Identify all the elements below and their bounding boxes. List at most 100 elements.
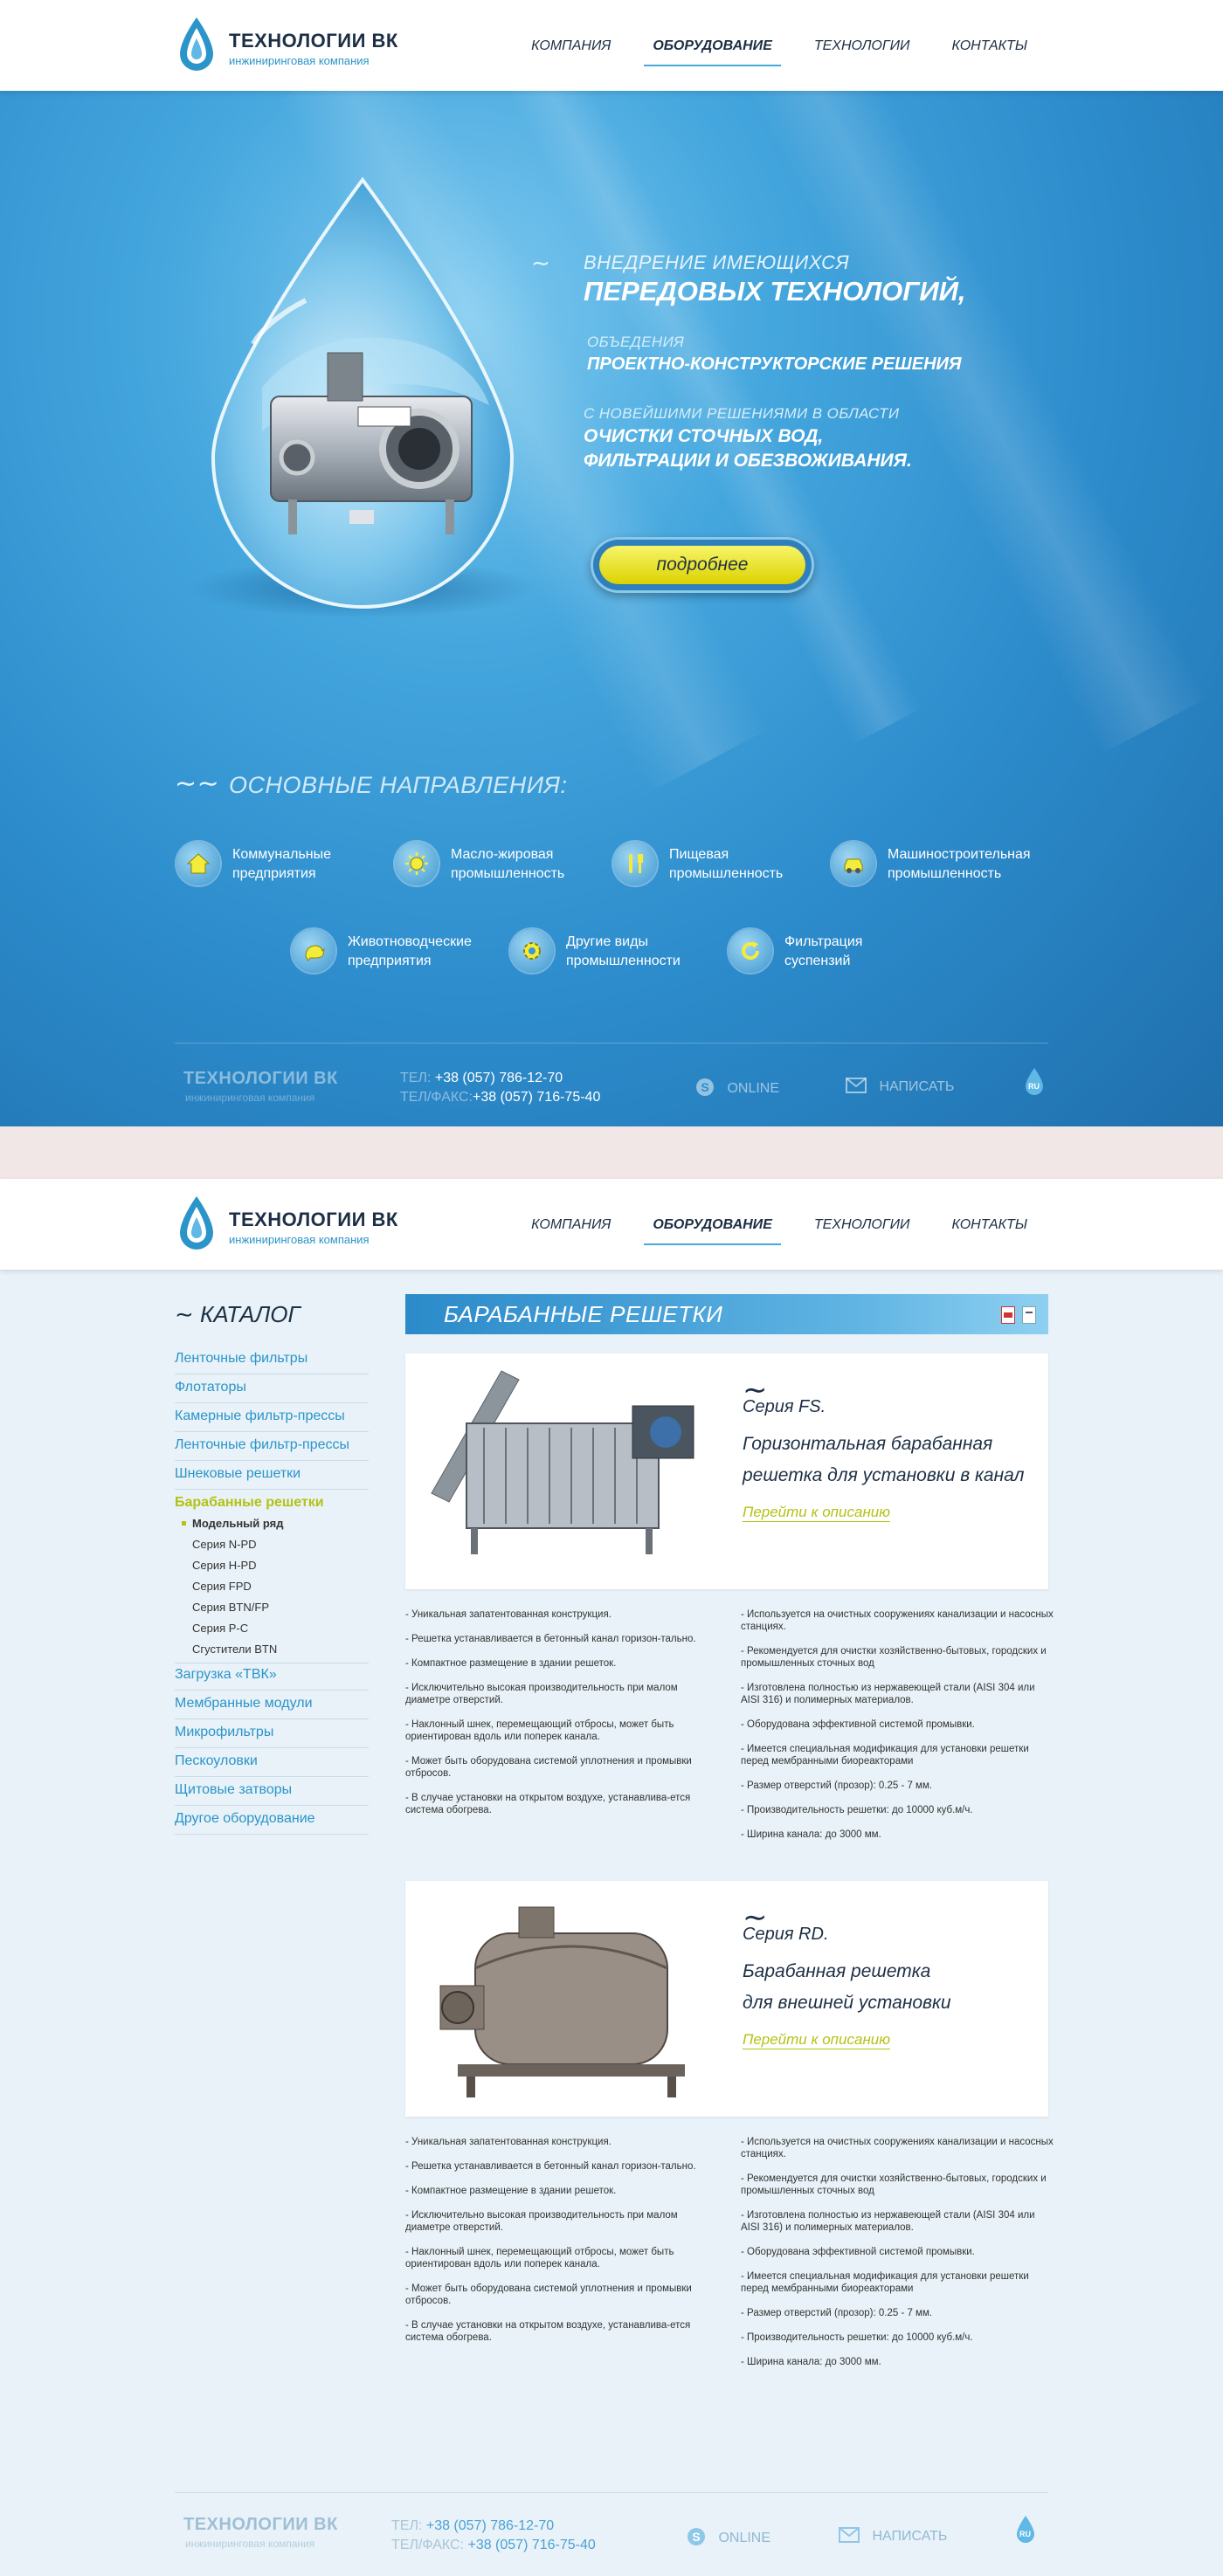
nav-company-2[interactable]: КОМПАНИЯ bbox=[510, 1217, 632, 1247]
logo-2[interactable]: ТЕХНОЛОГИИ ВК инжиниринговая компания bbox=[176, 1195, 404, 1254]
direction-item-livestock[interactable]: Животноводческие предприятия bbox=[292, 924, 501, 976]
product-link-fs[interactable]: Перейти к описанию bbox=[743, 1504, 891, 1522]
print-icon[interactable] bbox=[1022, 1306, 1036, 1324]
footer-brand-sub-2: инжиниринговая компания bbox=[185, 2538, 315, 2550]
product-link-rd[interactable]: Перейти к описанию bbox=[743, 2031, 891, 2049]
catalog-sub-item-4[interactable]: Серия FPD bbox=[192, 1580, 252, 1594]
direction-label-1a: Коммунальные bbox=[232, 847, 332, 862]
direction-label-3a: Пищевая bbox=[669, 847, 729, 862]
catalog-item-1[interactable]: Ленточные фильтры bbox=[175, 1347, 369, 1374]
feature-left: - Компактное размещение в здании решеток… bbox=[405, 1658, 617, 1669]
footer-brand: ТЕХНОЛОГИИ ВК bbox=[183, 1069, 338, 1088]
catalog-item-9[interactable]: Микрофильтры bbox=[175, 1720, 369, 1748]
catalog-sub-item-7[interactable]: Сгустители BTN bbox=[192, 1643, 277, 1656]
feature-left: - Наклонный шнек, перемещающий отбросы, … bbox=[405, 1719, 674, 1742]
footer-tel-2[interactable]: +38 (057) 786-12-70 bbox=[426, 2518, 554, 2533]
more-button[interactable]: подробнее bbox=[591, 537, 814, 593]
feature-right: - Изготовлена полностью из нержавеющей с… bbox=[741, 1683, 1035, 1705]
nav-contacts-2[interactable]: КОНТАКТЫ bbox=[930, 1217, 1048, 1247]
catalog-item-4[interactable]: Ленточные фильтр-прессы bbox=[175, 1433, 369, 1461]
footer-skype-link[interactable]: S ONLINE bbox=[695, 1078, 779, 1097]
sun-icon bbox=[395, 842, 439, 885]
direction-label-6a: Другие виды bbox=[566, 934, 648, 949]
product-desc-fs-1: Горизонтальная барабанная bbox=[743, 1434, 993, 1454]
footer-tel-label-2: ТЕЛ: bbox=[391, 2518, 423, 2533]
feature-right: - Ширина канала: до 3000 мм. bbox=[741, 1829, 881, 1840]
footer-lang-2: RU bbox=[1019, 2530, 1031, 2538]
pdf-icon[interactable] bbox=[1001, 1306, 1015, 1324]
nav-equipment[interactable]: ОБОРУДОВАНИЕ bbox=[632, 38, 793, 68]
logo[interactable]: ТЕХНОЛОГИИ ВК инжиниринговая компания bbox=[176, 16, 404, 75]
direction-label-5b: предприятия bbox=[348, 954, 432, 968]
hero-line7: ФИЛЬТРАЦИИ И ОБЕЗВОЖИВАНИЯ. bbox=[584, 451, 912, 471]
footer-lang-switch[interactable]: RU bbox=[1024, 1067, 1045, 1097]
catalog-sub-item-5[interactable]: Серия BTN/FP bbox=[192, 1601, 269, 1615]
direction-item-food[interactable]: Пищевая промышленность bbox=[613, 837, 823, 889]
footer-fax[interactable]: +38 (057) 716-75-40 bbox=[473, 1090, 600, 1105]
product-desc-fs-2: решетка для установки в канал bbox=[743, 1465, 1025, 1485]
footer-write-link-2[interactable]: НАПИСАТЬ bbox=[839, 2527, 947, 2545]
section-title: БАРАБАННЫЕ РЕШЕТКИ bbox=[444, 1301, 723, 1327]
nav-contacts[interactable]: КОНТАКТЫ bbox=[930, 38, 1048, 68]
footer-write-link[interactable]: НАПИСАТЬ bbox=[846, 1078, 954, 1095]
footer-fax-2[interactable]: +38 (057) 716-75-40 bbox=[467, 2538, 595, 2552]
product-card-fs: ∼ Серия FS. Горизонтальная барабанная реш… bbox=[405, 1353, 1048, 1589]
direction-item-other[interactable]: Другие виды промышленности bbox=[510, 924, 720, 976]
footer-lang-switch-2[interactable]: RU bbox=[1015, 2515, 1036, 2545]
catalog-title-text: КАТАЛОГ bbox=[200, 1301, 301, 1327]
features-right-rd: - Используется на очистных сооружениях к… bbox=[741, 2136, 1055, 2380]
footer-skype-link-2[interactable]: S ONLINE bbox=[687, 2527, 770, 2546]
nav-technologies[interactable]: ТЕХНОЛОГИИ bbox=[793, 38, 931, 68]
hero-line1: ВНЕДРЕНИЕ ИМЕЮЩИХСЯ bbox=[584, 251, 850, 273]
footer-tel-label: ТЕЛ: bbox=[400, 1071, 432, 1085]
nav-company[interactable]: КОМПАНИЯ bbox=[510, 38, 632, 68]
product-image-rd bbox=[423, 1890, 711, 2108]
feature-right: - Производительность решетки: до 10000 к… bbox=[741, 1805, 973, 1815]
catalog-item-11[interactable]: Щитовые затворы bbox=[175, 1778, 369, 1806]
direction-label-4b: промышленность bbox=[888, 866, 1002, 881]
feature-right: - Рекомендуется для очистки хозяйственно… bbox=[741, 1646, 1047, 1669]
direction-label-4a: Машиностроительная bbox=[888, 847, 1031, 862]
product-series-rd: Серия RD. bbox=[743, 1925, 829, 1944]
footer-tel[interactable]: +38 (057) 786-12-70 bbox=[435, 1071, 563, 1085]
main-nav: КОМПАНИЯ ОБОРУДОВАНИЕ ТЕХНОЛОГИИ КОНТАКТ… bbox=[510, 38, 1048, 68]
catalog-item-5[interactable]: Шнековые решетки bbox=[175, 1462, 369, 1490]
direction-item-machine[interactable]: Машиностроительная промышленность bbox=[832, 837, 1059, 889]
catalog-item-12[interactable]: Другое оборудование bbox=[175, 1807, 369, 1835]
direction-label-2b: промышленность bbox=[451, 866, 565, 881]
catalog-item-8[interactable]: Мембранные модули bbox=[175, 1691, 369, 1719]
animal-icon bbox=[292, 929, 335, 973]
feature-left: - В случае установки на открытом воздухе… bbox=[405, 1793, 691, 1815]
direction-item-communal[interactable]: Коммунальные предприятия bbox=[176, 837, 386, 889]
catalog-sub-item-1[interactable]: Модельный ряд bbox=[192, 1517, 284, 1531]
directions-title: ОСНОВНЫЕ НАПРАВЛЕНИЯ: bbox=[229, 772, 568, 798]
direction-item-filtration[interactable]: Фильтрация суспензий bbox=[729, 924, 938, 976]
nav-equipment-2[interactable]: ОБОРУДОВАНИЕ bbox=[632, 1217, 793, 1247]
product-desc-fs: Горизонтальная барабанная решетка для уст… bbox=[743, 1429, 1040, 1491]
hero-section: ∼ ВНЕДРЕНИЕ ИМЕЮЩИХСЯ ПЕРЕДОВЫХ ТЕХНОЛОГ… bbox=[0, 91, 1223, 1126]
water-drop-logo-icon bbox=[180, 1196, 213, 1250]
hero-line3: ОБЪЕДЕНИЯ bbox=[587, 334, 685, 350]
catalog-sub-item-3[interactable]: Серия H-PD bbox=[192, 1559, 257, 1573]
water-drop-logo-icon bbox=[180, 17, 213, 71]
catalog-item-10[interactable]: Пескоуловки bbox=[175, 1749, 369, 1777]
product-desc-rd-2: для внешней установки bbox=[743, 1993, 951, 2013]
brand-subtitle: инжиниринговая компания bbox=[229, 54, 370, 67]
hero-line6: ОЧИСТКИ СТОЧНЫХ ВОД, bbox=[584, 426, 824, 446]
catalog-item-2[interactable]: Флотаторы bbox=[175, 1375, 369, 1403]
features-left-fs: - Уникальная запатентованная конструкция… bbox=[405, 1608, 720, 1829]
catalog-item-7[interactable]: Загрузка «ТВК» bbox=[175, 1663, 369, 1691]
mail-icon bbox=[846, 1078, 867, 1093]
direction-item-oil[interactable]: Масло-жировая промышленность bbox=[395, 837, 605, 889]
catalog-item-drum-screens[interactable]: Барабанные решетки bbox=[175, 1491, 369, 1519]
mail-icon bbox=[839, 2527, 860, 2543]
direction-label-2a: Масло-жировая bbox=[451, 847, 554, 862]
nav-technologies-2[interactable]: ТЕХНОЛОГИИ bbox=[793, 1217, 931, 1247]
feature-left: - Уникальная запатентованная конструкция… bbox=[405, 1609, 612, 1620]
catalog-item-3[interactable]: Камерные фильтр-прессы bbox=[175, 1404, 369, 1432]
catalog-sub-item-2[interactable]: Серия N-PD bbox=[192, 1538, 257, 1552]
feature-left: - Может быть оборудована системой уплотн… bbox=[405, 2283, 692, 2306]
brand-name-2: ТЕХНОЛОГИИ ВК bbox=[229, 1209, 398, 1230]
house-icon bbox=[176, 842, 220, 885]
catalog-sub-item-6[interactable]: Серия P-C bbox=[192, 1622, 248, 1636]
